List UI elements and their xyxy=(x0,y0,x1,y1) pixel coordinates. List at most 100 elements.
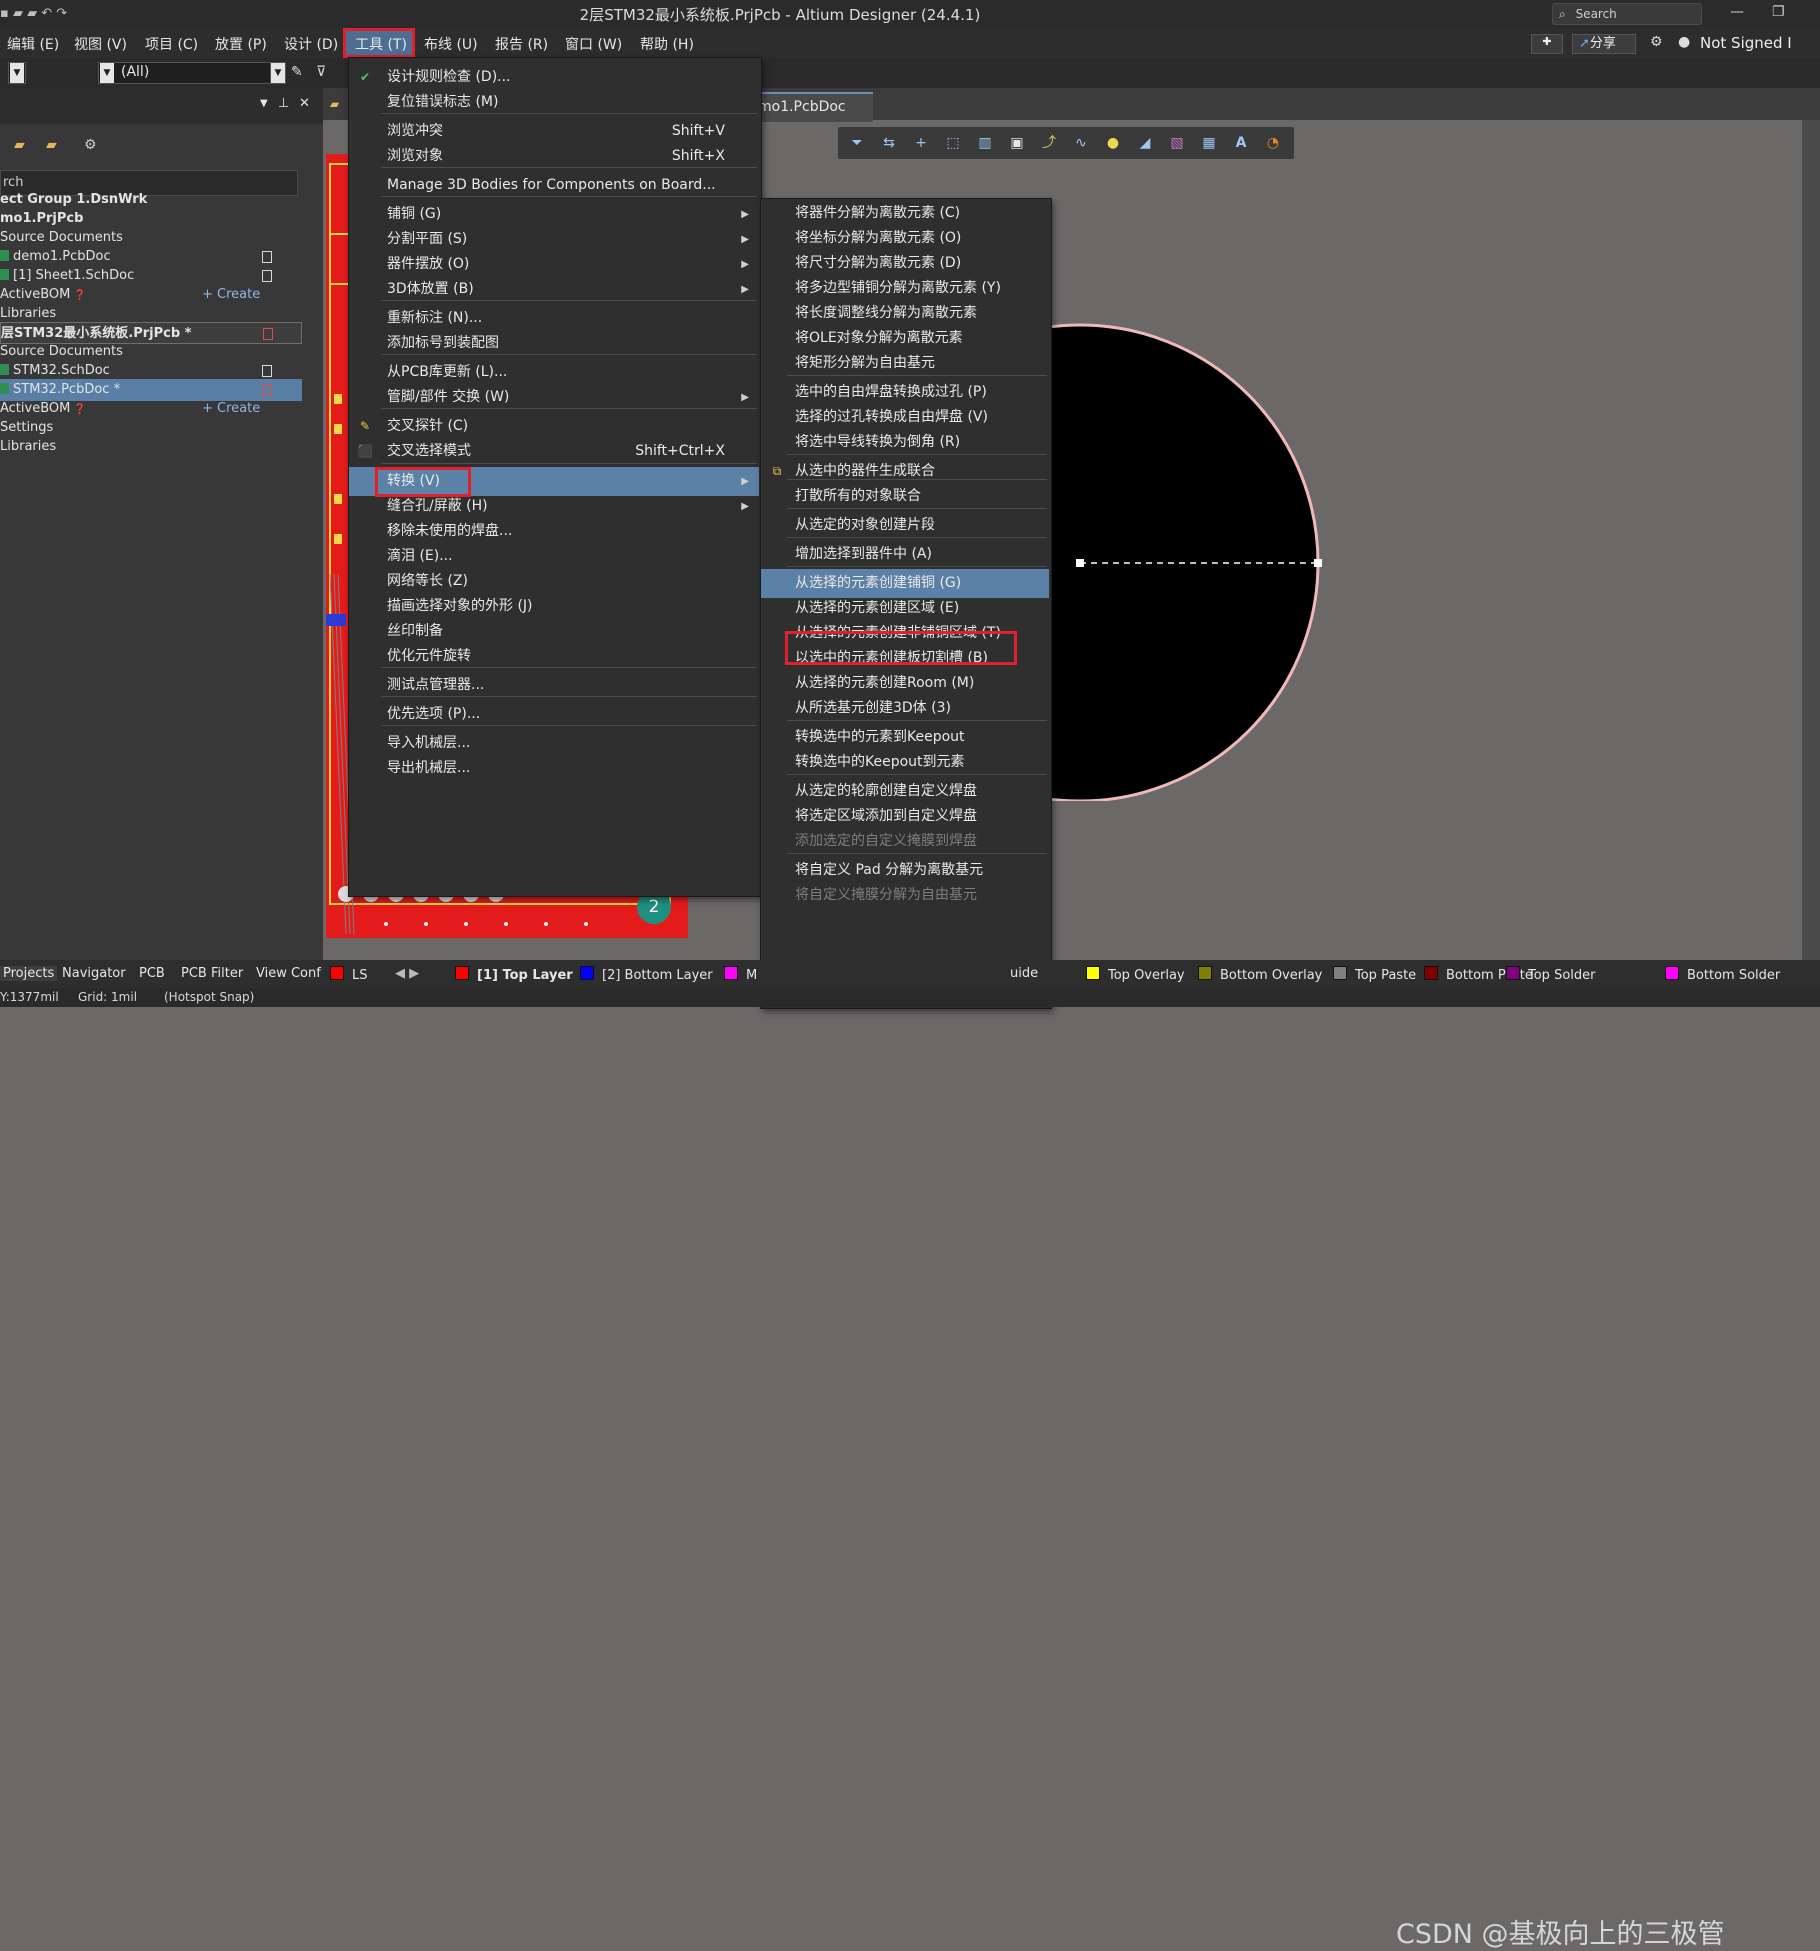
document-file-icon xyxy=(0,269,9,280)
restore-icon[interactable]: ❐ xyxy=(1772,4,1785,20)
layer-tab[interactable]: [2] Bottom Layer xyxy=(580,966,713,983)
tools-menu-item[interactable]: 导出机械层... xyxy=(349,754,759,783)
align-icon[interactable]: ▥ xyxy=(976,134,994,152)
menu-view[interactable]: 视图 (V) xyxy=(74,34,127,54)
layer-tab[interactable]: [1] Top Layer xyxy=(455,966,573,983)
layer-tab[interactable]: Top Overlay xyxy=(1086,966,1185,983)
via-icon[interactable]: ● xyxy=(1104,134,1122,152)
polygon-icon[interactable]: ◢ xyxy=(1136,134,1154,152)
tools-menu-item[interactable]: ⬛ 交叉选择模式 Shift+Ctrl+X xyxy=(349,437,759,466)
tree-item[interactable]: Libraries xyxy=(0,436,302,458)
pin-icon[interactable]: ⊥ xyxy=(278,96,289,111)
menu-reports[interactable]: 报告 (R) xyxy=(495,34,548,54)
interactive-route-icon[interactable]: ⤴ xyxy=(1040,134,1058,152)
menu-separator xyxy=(381,667,757,668)
convert-menu-item: 将自定义掩膜分解为自由基元 xyxy=(761,881,1049,910)
menu-separator xyxy=(381,300,757,301)
tab-navigator[interactable]: Navigator xyxy=(62,966,126,981)
menu-window[interactable]: 窗口 (W) xyxy=(565,34,622,54)
menu-place[interactable]: 放置 (P) xyxy=(215,34,267,54)
layer-tab[interactable]: Top Solder xyxy=(1506,966,1595,983)
menu-item-label: 导出机械层... xyxy=(387,760,471,776)
open-folder-icon[interactable]: ▰ xyxy=(14,137,25,153)
search-input[interactable]: Search xyxy=(1576,7,1617,21)
convert-menu-item[interactable]: 将选中导线转换为倒角 (R) xyxy=(761,428,1049,457)
menu-edit[interactable]: 编辑 (E) xyxy=(7,34,59,54)
convert-menu-item[interactable]: 从选定的对象创建片段 xyxy=(761,511,1049,540)
select-rect-icon[interactable]: ⬚ xyxy=(944,134,962,152)
share-icon: ➚ xyxy=(1579,36,1590,51)
convert-menu-item[interactable]: 打散所有的对象联合 xyxy=(761,482,1049,511)
tree-item-label: Source Documents xyxy=(0,344,123,359)
active-bar: ⏷ ⇆ + ⬚ ▥ ▣ ⤴ ∿ ● ◢ ▧ ▦ A ◔ xyxy=(838,127,1294,159)
document-status-icon xyxy=(263,328,273,340)
convert-menu-item[interactable]: 转换选中的Keepout到元素 xyxy=(761,748,1049,777)
selected-circle[interactable] xyxy=(1008,319,1322,801)
layer-color-swatch xyxy=(1198,966,1212,980)
layer-dropdown-a[interactable]: ▼ xyxy=(8,62,26,84)
text-icon[interactable]: A xyxy=(1232,134,1250,152)
convert-menu-item[interactable]: 从所选基元创建3D体 (3) xyxy=(761,694,1049,723)
menu-separator xyxy=(381,113,757,114)
layer-dropdown-c[interactable]: ▼ xyxy=(270,62,286,84)
layer-tab[interactable]: M xyxy=(724,966,757,983)
clear-filter-icon[interactable]: ⊽ xyxy=(316,64,326,80)
tab-demo1-pcbdoc[interactable]: mo1.PcbDoc xyxy=(753,92,873,122)
layer-color-swatch xyxy=(455,966,469,980)
convert-menu-item[interactable]: 增加选择到器件中 (A) xyxy=(761,540,1049,569)
project-folder-icon[interactable]: ▰ xyxy=(46,137,57,153)
menu-project[interactable]: 项目 (C) xyxy=(145,34,198,54)
menu-separator xyxy=(381,354,757,355)
layer-tab[interactable]: Top Paste xyxy=(1333,966,1416,983)
gear-icon[interactable]: ⚙ xyxy=(84,137,97,153)
status-snap: (Hotspot Snap) xyxy=(164,990,255,1004)
user-status[interactable]: Not Signed I xyxy=(1700,34,1792,52)
minimize-icon[interactable]: — xyxy=(1730,4,1744,20)
doc-folder-icon: ▰ xyxy=(330,97,340,111)
share-button[interactable]: ➚分享 xyxy=(1572,34,1636,54)
search-box[interactable]: ⌕ Search xyxy=(1552,3,1702,25)
layer-tab[interactable]: Bottom Overlay xyxy=(1198,966,1322,983)
tab-projects[interactable]: Projects xyxy=(0,966,58,981)
menu-design[interactable]: 设计 (D) xyxy=(284,34,338,54)
search-icon: ⌕ xyxy=(1559,7,1566,21)
settings-icon[interactable]: ⚙ xyxy=(1650,34,1663,50)
filter-icon[interactable]: ⏷ xyxy=(848,134,866,152)
layer-color-swatch xyxy=(1665,966,1679,980)
menu-route[interactable]: 布线 (U) xyxy=(424,34,478,54)
menu-item-label: 转换选中的Keepout到元素 xyxy=(795,754,965,770)
user-icon[interactable]: ● xyxy=(1678,34,1690,50)
vertical-scrollbar[interactable] xyxy=(1802,120,1820,960)
tab-view-conf[interactable]: View Conf xyxy=(256,966,321,981)
cross-icon[interactable]: + xyxy=(912,134,930,152)
wand-icon[interactable]: ✎ xyxy=(291,64,303,80)
menu-help[interactable]: 帮助 (H) xyxy=(640,34,694,54)
convert-menu-item[interactable]: 将矩形分解为自由基元 xyxy=(761,349,1049,378)
component-icon[interactable]: ▣ xyxy=(1008,134,1026,152)
route-icon[interactable]: ⇆ xyxy=(880,134,898,152)
menu-item-label: 将选中导线转换为倒角 (R) xyxy=(795,434,961,450)
region-icon[interactable]: ▧ xyxy=(1168,134,1186,152)
status-bar: Y:1377mil Grid: 1mil (Hotspot Snap) xyxy=(0,988,1820,1007)
close-icon[interactable]: ✕ xyxy=(299,96,310,111)
layer-tab[interactable]: LS xyxy=(330,966,368,983)
menu-item-label: 将自定义掩膜分解为自由基元 xyxy=(795,887,977,903)
tab-pcb[interactable]: PCB xyxy=(139,966,165,981)
dimension-icon[interactable]: ▦ xyxy=(1200,134,1218,152)
tree-item-label: ect Group 1.DsnWrk xyxy=(0,192,148,207)
layer-dropdown-b[interactable]: ▼ (All) xyxy=(98,62,278,84)
layer-tab[interactable]: uide xyxy=(1010,966,1038,981)
create-polygon-redbox xyxy=(785,631,1017,665)
tab-pcb-filter[interactable]: PCB Filter xyxy=(181,966,243,981)
comment-button[interactable]: ✚ xyxy=(1531,34,1563,54)
layer-tab-label: Bottom Overlay xyxy=(1220,968,1323,983)
layer-scroll-arrows-icon[interactable]: ◀ ▶ xyxy=(395,966,419,981)
diff-pair-icon[interactable]: ∿ xyxy=(1072,134,1090,152)
panel-header: ▼ ⊥ ✕ xyxy=(0,88,323,124)
menu-separator xyxy=(787,454,1047,455)
panel-menu-icon[interactable]: ▼ xyxy=(260,98,268,109)
layer-tab[interactable]: Bottom Solder xyxy=(1665,966,1780,983)
tree-item-label: Libraries xyxy=(0,306,57,321)
arc-icon[interactable]: ◔ xyxy=(1264,134,1282,152)
layer-tab-label: M xyxy=(746,968,758,983)
